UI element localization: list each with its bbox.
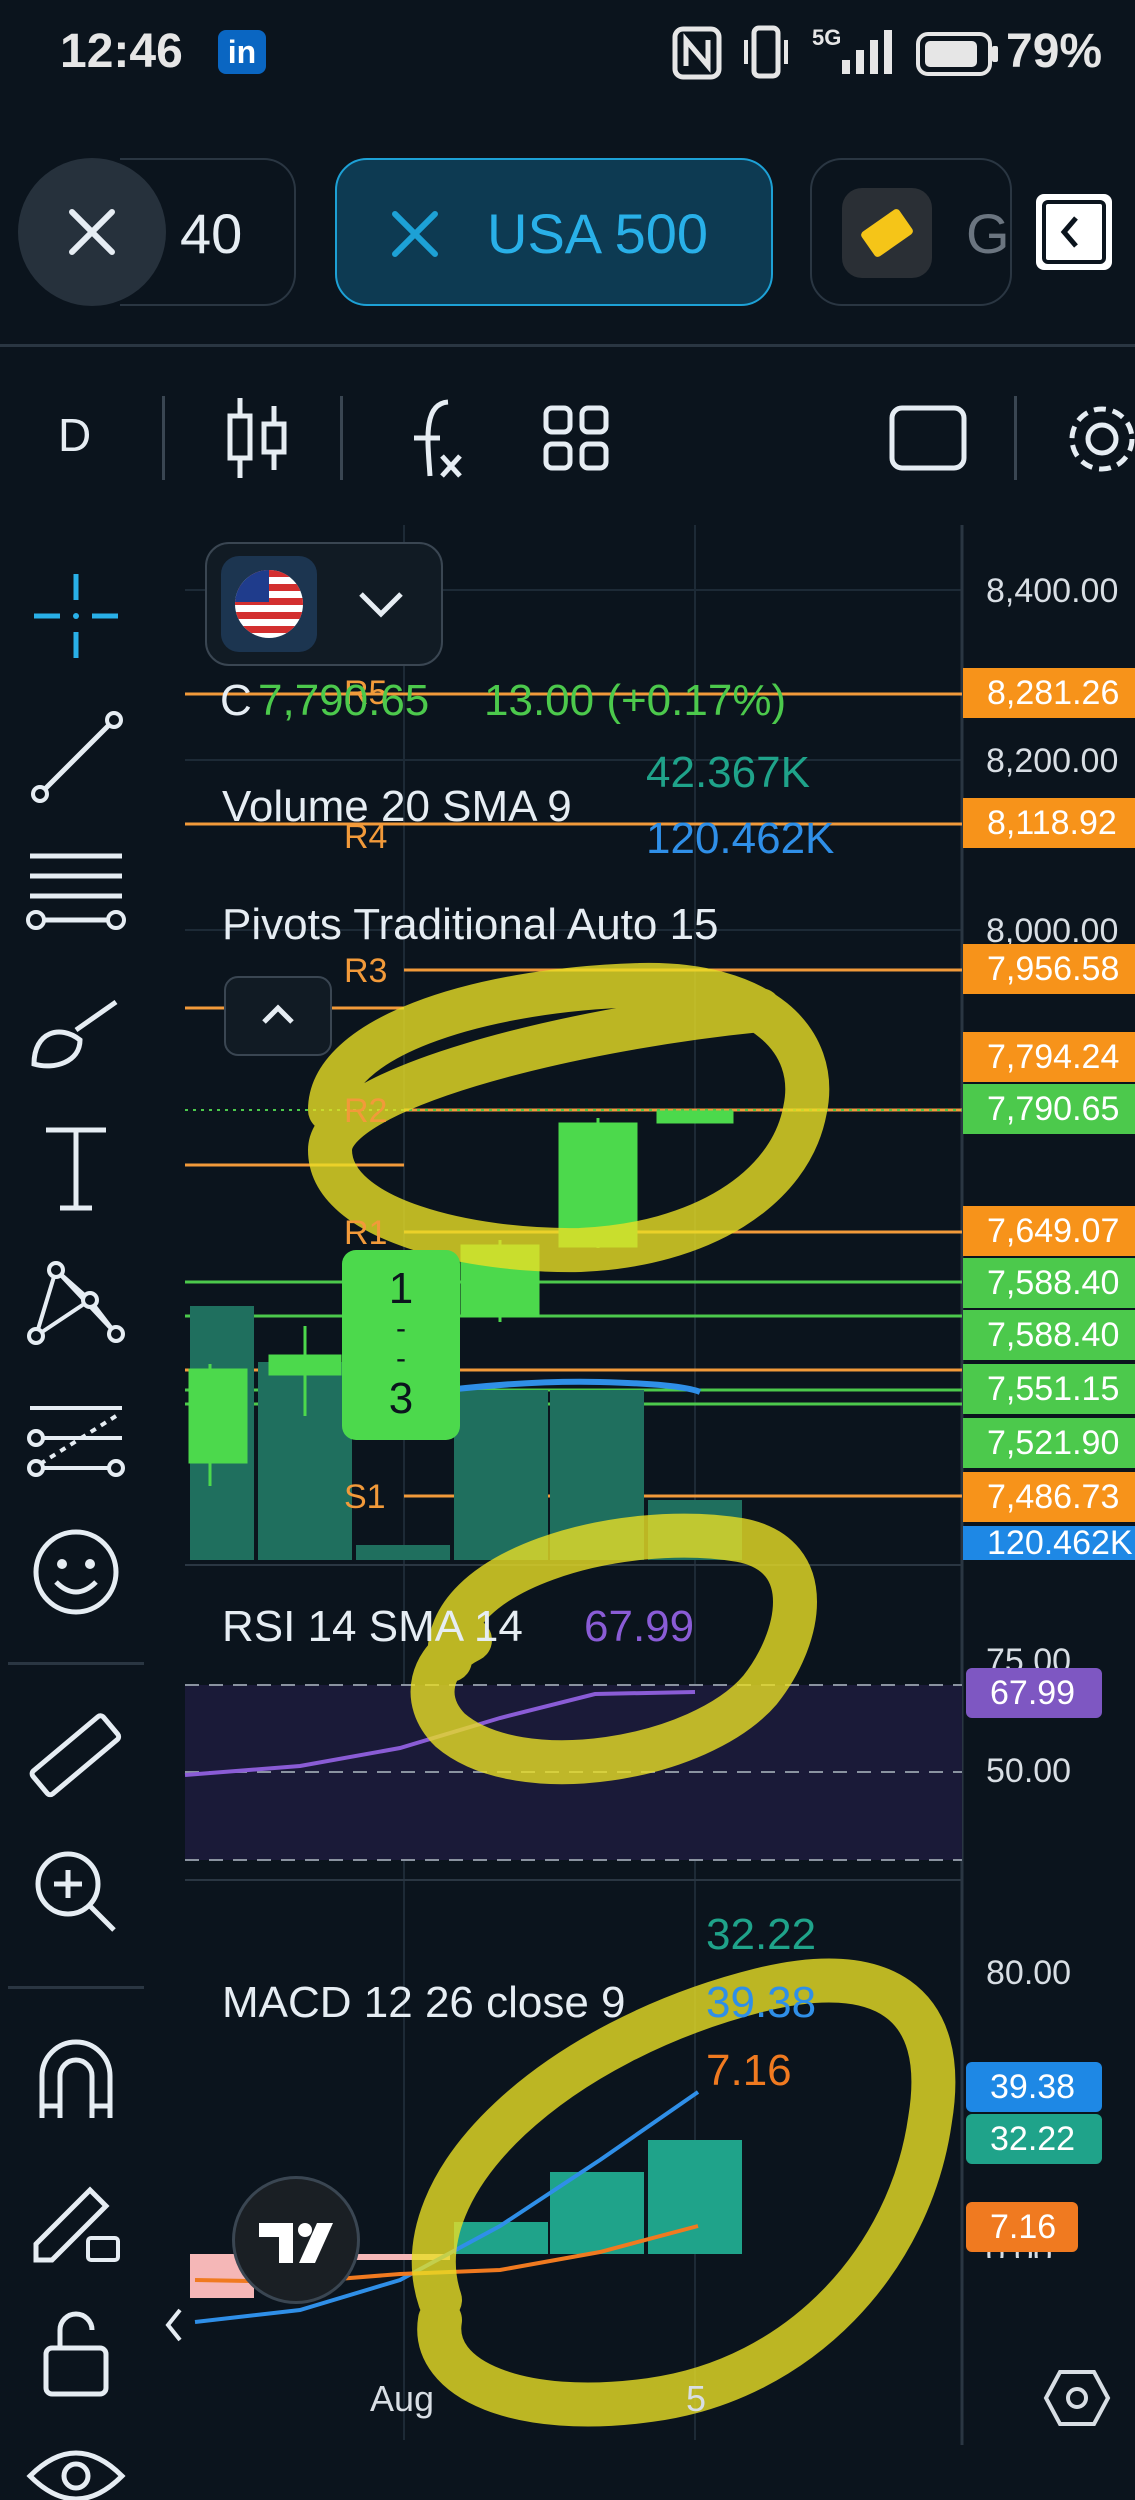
rsi-axis-label: 50.00 [986, 1752, 1072, 1790]
axis-price-label: 8,200.00 [986, 742, 1119, 780]
price-tag: 7,588.40 [963, 1258, 1135, 1308]
symbol-selector[interactable] [205, 542, 443, 666]
macd-histogram-value: 32.22 [706, 1910, 817, 1959]
volume-value: 42.367K [646, 748, 810, 797]
badge-bottom: 3 [388, 1374, 414, 1423]
axis-settings-icon[interactable] [1042, 2366, 1112, 2430]
close-value: 7,790.65 [258, 676, 430, 725]
volume-bar [454, 1390, 548, 1560]
chevron-down-icon [359, 592, 403, 618]
scroll-left-icon[interactable] [156, 2300, 192, 2350]
price-tag: 7,551.15 [963, 1364, 1135, 1414]
candle [188, 1368, 248, 1464]
price-tag: 7,588.40 [963, 1310, 1135, 1360]
volume-legend[interactable]: Volume 20 SMA 9 [222, 782, 572, 832]
macd-legend[interactable]: MACD 12 26 close 9 [222, 1978, 626, 2028]
volume-sma-tag: 120.462K [963, 1526, 1135, 1560]
pivot-label-r3: R3 [344, 952, 388, 990]
price-tag-r1: 7,649.07 [963, 1206, 1135, 1256]
price-tag: 7,794.24 [963, 1032, 1135, 1082]
badge-top: 1 [388, 1264, 414, 1313]
pivot-label-r1: R1 [344, 1214, 388, 1252]
time-axis-label: 5 [686, 2378, 707, 2419]
macd-line-tag: 39.38 [966, 2062, 1102, 2112]
volume-sma-value: 120.462K [646, 814, 835, 863]
last-price-tag: 7,790.65 [963, 1084, 1135, 1134]
close-prefix: C [220, 676, 252, 725]
time-axis-label: Aug [370, 2378, 435, 2419]
price-tag-s1: 7,486.73 [963, 1472, 1135, 1522]
macd-axis-label: 80.00 [986, 1954, 1072, 1992]
tradingview-logo-icon [259, 2223, 333, 2263]
rsi-value: 67.99 [584, 1602, 695, 1651]
chevron-up-icon [262, 1004, 294, 1024]
price-tag: 7,521.90 [963, 1418, 1135, 1468]
volume-bar [356, 1545, 450, 1560]
signal-tag: 7.16 [966, 2202, 1078, 2252]
pivots-legend[interactable]: Pivots Traditional Auto 15 [222, 900, 719, 950]
signal-value: 7.16 [706, 2046, 792, 2095]
axis-price-label: 8,400.00 [986, 572, 1119, 610]
tradingview-logo-button[interactable] [232, 2176, 360, 2304]
price-tag-r3: 7,956.58 [963, 944, 1135, 994]
pivot-label-r2: R2 [344, 1092, 388, 1130]
candle-countdown-badge: 1 -- 3 [342, 1250, 460, 1440]
candle [268, 1354, 342, 1376]
price-tag-r5: 8,281.26 [963, 668, 1135, 718]
macd-line-value: 39.38 [706, 1978, 817, 2027]
pivot-label-s1: S1 [344, 1478, 386, 1516]
macd-hist-tag: 32.22 [966, 2114, 1102, 2164]
price-tag-r4: 8,118.92 [963, 798, 1135, 848]
price-change: 13.00 (+0.17%) [484, 676, 787, 725]
rsi-value-tag: 67.99 [966, 1668, 1102, 1718]
usa-flag-icon [221, 556, 317, 652]
candle [656, 1110, 734, 1124]
rsi-legend[interactable]: RSI 14 SMA 14 [222, 1602, 523, 1652]
collapse-legend-button[interactable] [224, 976, 332, 1056]
